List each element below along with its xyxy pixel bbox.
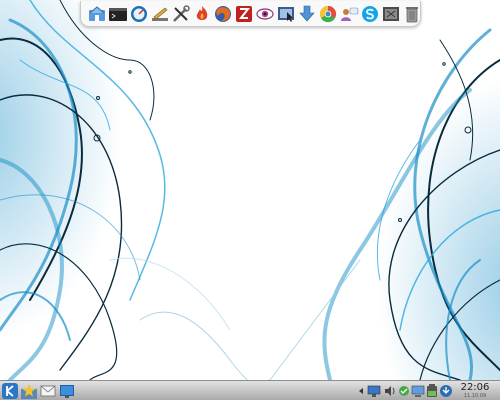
- application-dock: [80, 1, 421, 27]
- terminal-icon[interactable]: [108, 4, 128, 24]
- download-manager-icon[interactable]: [297, 4, 317, 24]
- flame-app-icon[interactable]: [192, 4, 212, 24]
- system-monitor-icon[interactable]: [129, 4, 149, 24]
- taskbar-panel: 22:06 11.10.09: [0, 380, 500, 400]
- desktop-show-icon[interactable]: [59, 383, 75, 399]
- trash-icon[interactable]: [402, 4, 422, 24]
- firefox-icon[interactable]: [213, 4, 233, 24]
- clock-time: 22:06: [460, 382, 490, 393]
- text-editor-icon[interactable]: [150, 4, 170, 24]
- settings-tools-icon[interactable]: [171, 4, 191, 24]
- filezilla-icon[interactable]: [234, 4, 254, 24]
- mail-envelope-icon[interactable]: [40, 383, 56, 399]
- clock-date: 11.10.09: [463, 393, 487, 399]
- skype-icon[interactable]: [360, 4, 380, 24]
- eye-viewer-icon[interactable]: [255, 4, 275, 24]
- desktop-wallpaper: [0, 0, 500, 400]
- expand-tray-icon[interactable]: [357, 387, 365, 395]
- network-monitor-icon[interactable]: [366, 383, 382, 399]
- chromium-icon[interactable]: [318, 4, 338, 24]
- star-favorites-icon[interactable]: [21, 383, 37, 399]
- kde-k-menu-icon[interactable]: [2, 383, 18, 399]
- chat-contacts-icon[interactable]: [339, 4, 359, 24]
- screenshot-tool-icon[interactable]: [276, 4, 296, 24]
- home-folder-icon[interactable]: [87, 4, 107, 24]
- digital-clock[interactable]: 22:06 11.10.09: [452, 381, 498, 401]
- archive-box-icon[interactable]: [381, 4, 401, 24]
